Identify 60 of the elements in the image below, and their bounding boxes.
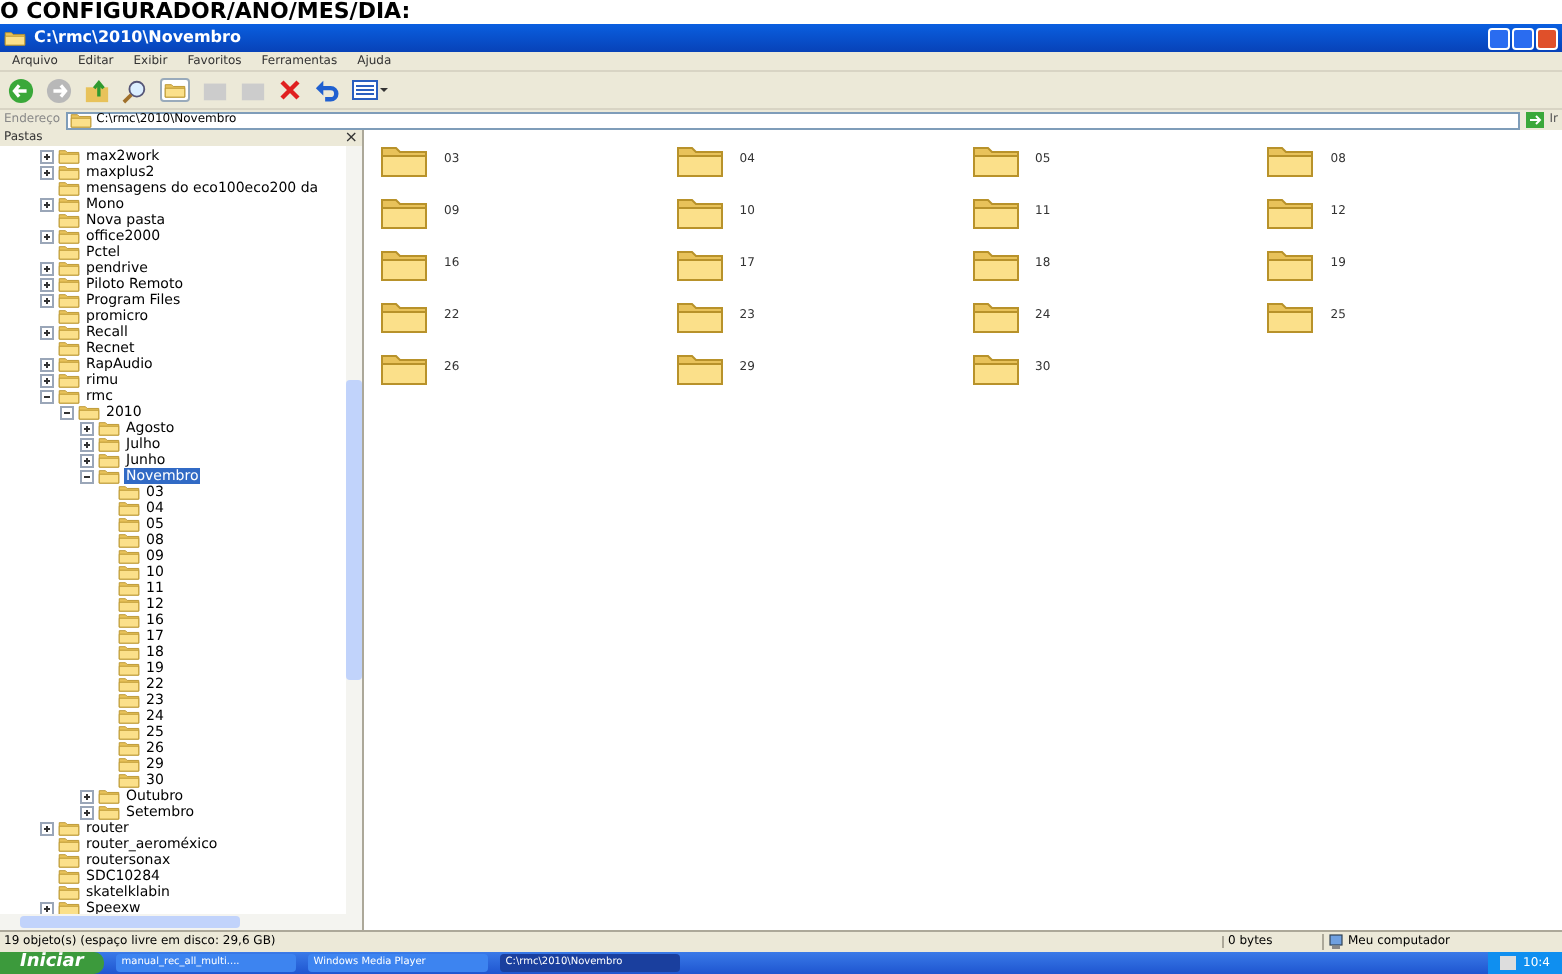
folder-icon [380, 298, 428, 334]
expand-icon[interactable] [40, 197, 54, 211]
folder-icon [380, 350, 428, 386]
folder-up-icon[interactable] [84, 77, 110, 103]
collapse-icon[interactable] [80, 469, 94, 483]
folder-icon [675, 246, 724, 282]
expand-icon[interactable] [80, 421, 94, 435]
expand-icon[interactable] [80, 805, 94, 819]
expand-icon[interactable] [40, 149, 54, 163]
restore-button[interactable] [1512, 27, 1534, 49]
expand-icon[interactable] [40, 373, 54, 387]
folder-icon [971, 142, 1019, 178]
collapse-icon[interactable] [60, 405, 74, 419]
expand-icon[interactable] [80, 453, 94, 467]
folder-icon [1266, 246, 1315, 282]
page-heading: O CONFIGURADOR/ANO/MES/DIA: [0, 0, 411, 24]
views-icon[interactable] [352, 78, 388, 102]
expand-icon[interactable] [40, 821, 54, 835]
folder-icon [1266, 142, 1315, 178]
expand-icon[interactable] [80, 437, 94, 451]
folder-icon [380, 142, 428, 178]
folder-icon [971, 350, 1019, 386]
folder-icon [971, 298, 1019, 334]
start-button[interactable]: Iniciar [0, 952, 104, 974]
expand-icon[interactable] [40, 229, 54, 243]
folder-icon [675, 350, 724, 386]
go-arrow-icon[interactable] [1525, 112, 1544, 128]
vertical-scrollbar[interactable] [346, 146, 362, 914]
close-button[interactable] [1536, 27, 1558, 49]
expand-icon[interactable] [40, 261, 54, 275]
undo-icon[interactable] [314, 78, 340, 102]
window-title: C:\rmc\2010\Novembro [34, 30, 241, 46]
folder-icon [675, 194, 724, 230]
minimize-button[interactable] [1488, 27, 1510, 49]
expand-icon[interactable] [40, 165, 54, 179]
expand-icon[interactable] [80, 789, 94, 803]
folder-icon [675, 298, 724, 334]
folders-toggle-button[interactable] [160, 78, 190, 102]
search-icon[interactable] [122, 77, 148, 103]
folder-icon [1266, 298, 1315, 334]
folder-icon [971, 194, 1019, 230]
folder-icon [380, 194, 428, 230]
back-arrow-icon[interactable] [8, 77, 34, 103]
expand-icon[interactable] [40, 357, 54, 371]
folder-icon [1266, 194, 1315, 230]
folder-icon [971, 246, 1019, 282]
computer-icon [1328, 934, 1344, 950]
folder-icon [70, 112, 93, 128]
horizontal-scrollbar[interactable] [0, 914, 362, 930]
pane-close-button[interactable]: × [344, 130, 358, 146]
expand-icon[interactable] [40, 293, 54, 307]
folder-icon [4, 30, 26, 46]
expand-icon[interactable] [40, 277, 54, 291]
folder-icon [380, 246, 428, 282]
folder-icon [675, 142, 724, 178]
collapse-icon[interactable] [40, 389, 54, 403]
delete-icon[interactable] [278, 78, 302, 102]
folder-icon [164, 82, 186, 98]
expand-icon[interactable] [40, 325, 54, 339]
expand-icon[interactable] [40, 901, 54, 915]
